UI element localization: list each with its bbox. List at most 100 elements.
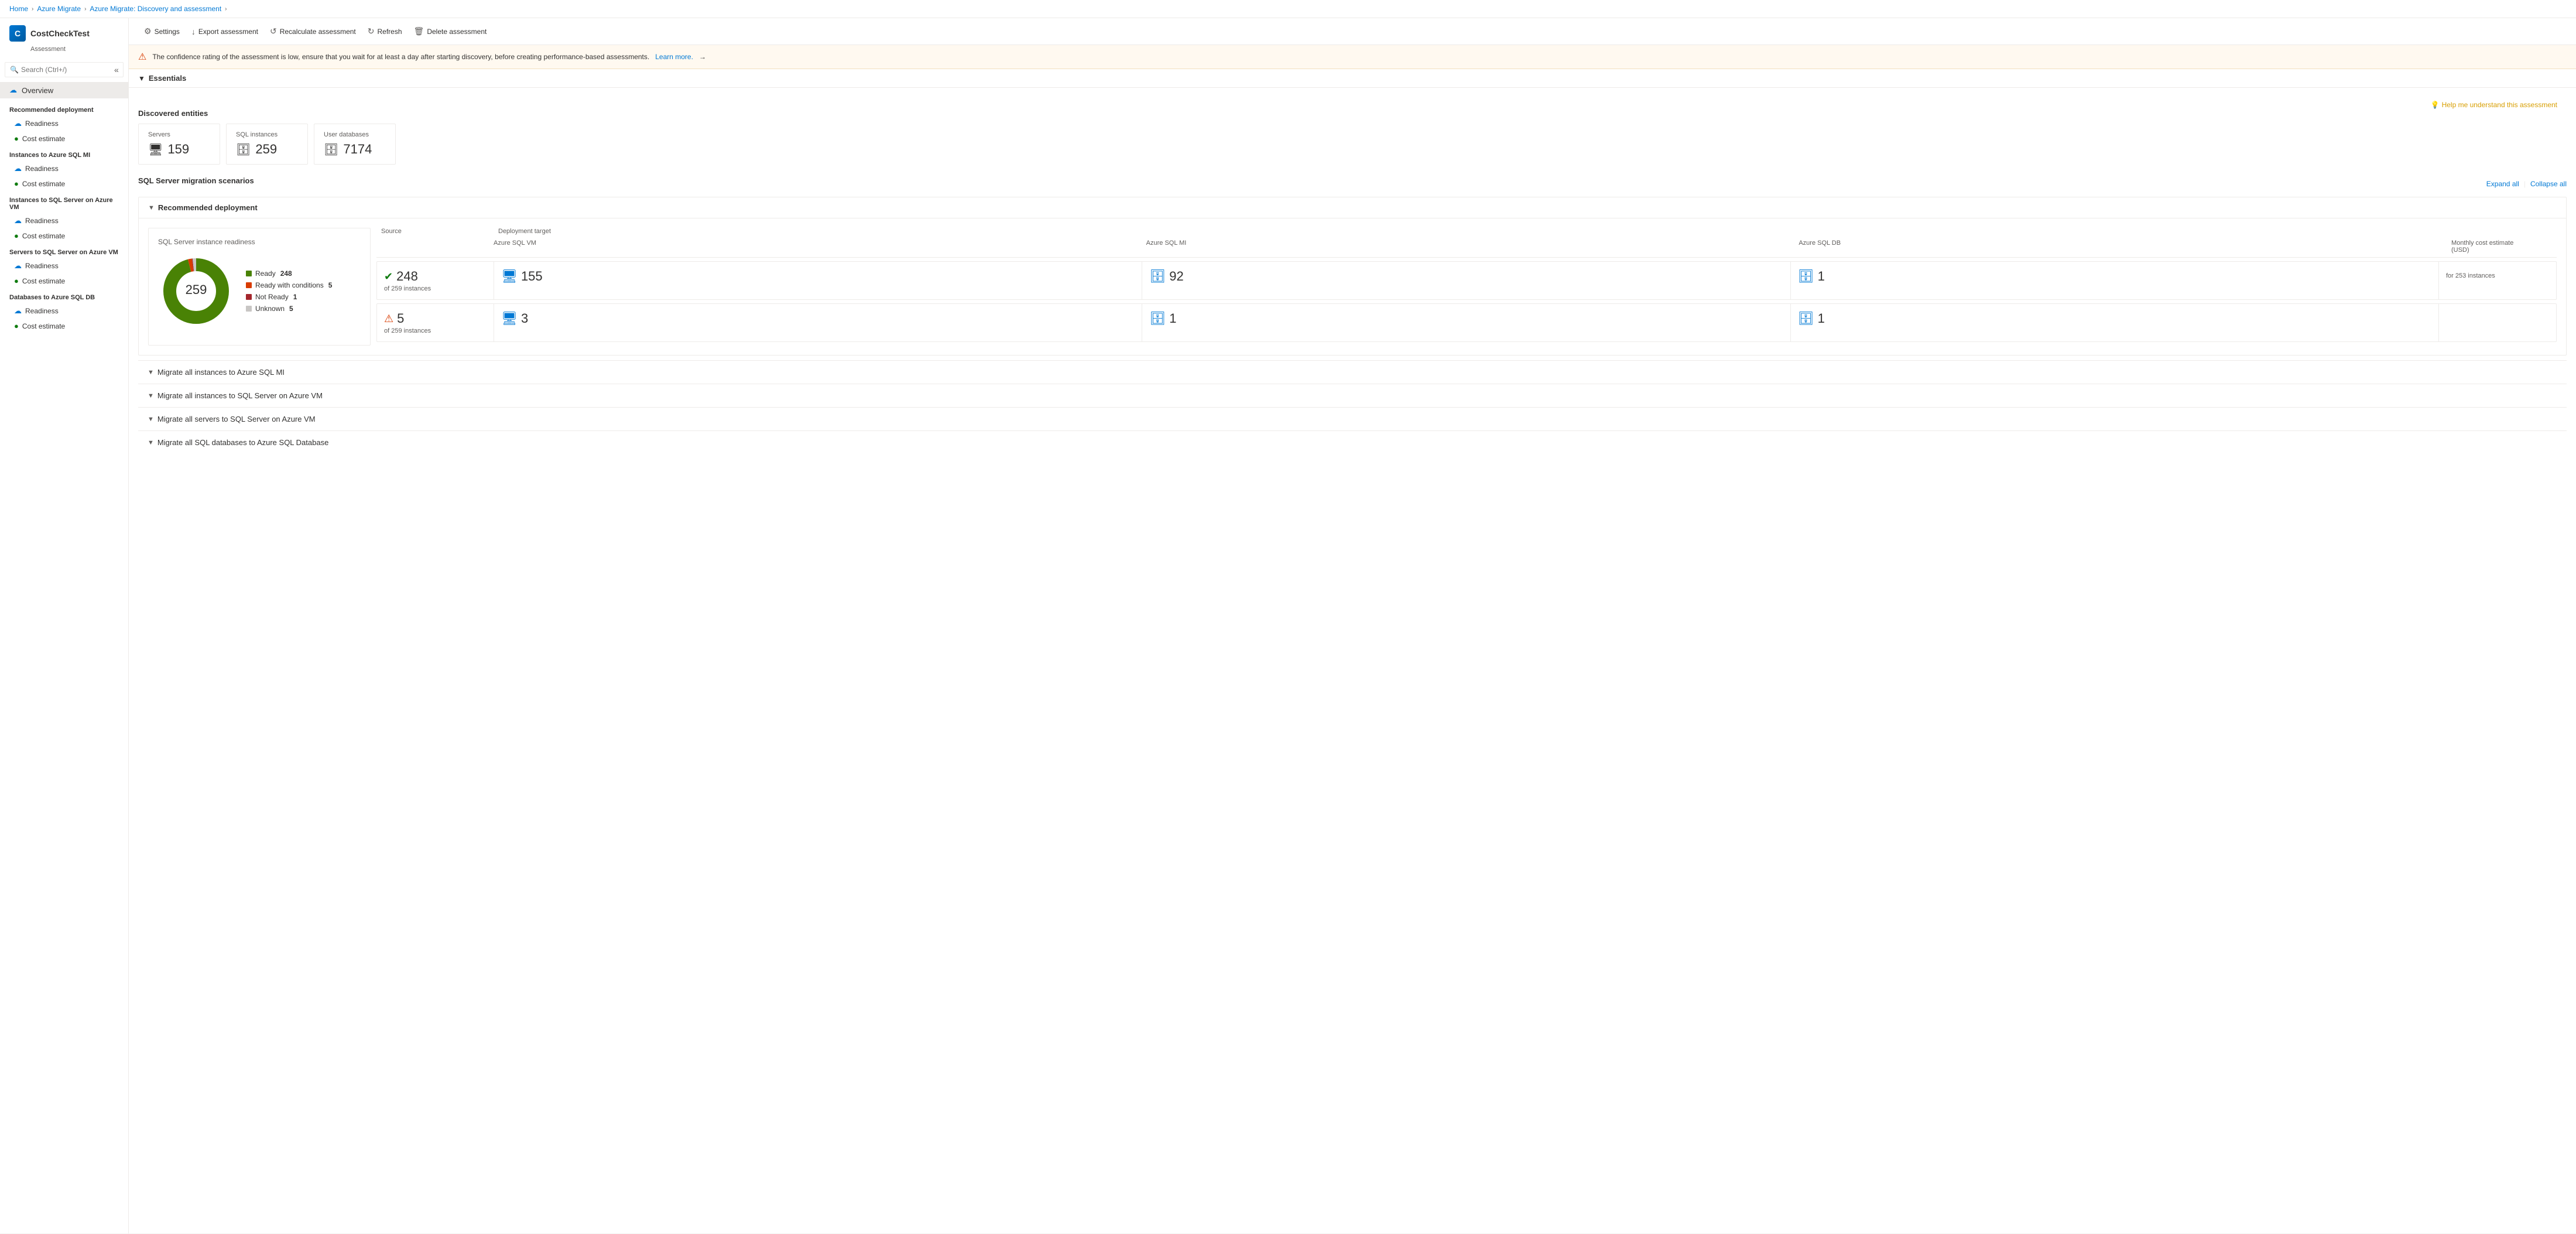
entity-card-servers[interactable]: Servers 🖥 159 bbox=[138, 124, 220, 165]
cost-icon: ● bbox=[14, 134, 19, 143]
sidebar-item-db-readiness[interactable]: ☁ Readiness bbox=[0, 303, 128, 319]
learn-more-link[interactable]: Learn more. bbox=[655, 53, 693, 61]
chart-legend: Ready 248 Ready with conditions 5 bbox=[246, 269, 332, 313]
cloud-icon: ☁ bbox=[14, 216, 22, 225]
sidebar-item-db-cost[interactable]: ● Cost estimate bbox=[0, 319, 128, 333]
recalculate-button[interactable]: ↺ Recalculate assessment bbox=[264, 23, 362, 40]
stats-vm-warning: 🖥 3 bbox=[494, 304, 1142, 341]
sidebar-item-label: Cost estimate bbox=[22, 322, 65, 330]
search-input[interactable] bbox=[21, 66, 112, 74]
stats-row-ready[interactable]: ✔ 248 of 259 instances 🖥 155 bbox=[376, 261, 2557, 300]
cloud-icon: ☁ bbox=[14, 261, 22, 271]
stats-row-warning[interactable]: ⚠ 5 of 259 instances 🖥 3 bbox=[376, 303, 2557, 342]
vm-count-2: 3 bbox=[521, 311, 528, 326]
sidebar: C CostCheckTest Assessment 🔍 « ☁ Overvie… bbox=[0, 18, 129, 1233]
warning-sub: of 259 instances bbox=[384, 327, 487, 334]
delete-icon: 🗑 bbox=[414, 26, 424, 36]
chart-title: SQL Server instance readiness bbox=[158, 238, 361, 246]
sidebar-item-sqlvm-readiness[interactable]: ☁ Readiness bbox=[0, 213, 128, 228]
db-count-2: 1 bbox=[1818, 311, 1825, 326]
breadcrumb-azure-migrate[interactable]: Azure Migrate bbox=[37, 5, 81, 13]
collapse-label-sqlmi: Migrate all instances to Azure SQL MI bbox=[157, 368, 285, 377]
cost-icon: ● bbox=[14, 276, 19, 285]
migration-scenarios-header: SQL Server migration scenarios Expand al… bbox=[138, 176, 2567, 191]
refresh-button[interactable]: ↻ Refresh bbox=[362, 23, 408, 40]
essentials-label: Essentials bbox=[149, 74, 186, 83]
warning-icon: ⚠ bbox=[138, 51, 146, 63]
servers-icon: 🖥 bbox=[148, 142, 163, 157]
sidebar-item-recommended-cost[interactable]: ● Cost estimate bbox=[0, 131, 128, 146]
sidebar-subtitle: Assessment bbox=[30, 46, 66, 53]
subheader-sql-vm: Azure SQL VM bbox=[494, 240, 1146, 254]
discovered-entities-title: Discovered entities bbox=[138, 109, 2567, 118]
cloud-icon: ☁ bbox=[14, 164, 22, 173]
export-button[interactable]: ↓ Export assessment bbox=[186, 23, 264, 40]
chevron-down-icon: ▼ bbox=[148, 392, 154, 399]
sidebar-overview-item[interactable]: ☁ Overview bbox=[0, 82, 128, 98]
vm-icon: 🖥 bbox=[501, 269, 518, 284]
cost-icon: ● bbox=[14, 322, 19, 330]
servers-count: 159 bbox=[167, 142, 189, 157]
sidebar-item-label: Readiness bbox=[25, 165, 59, 173]
entity-card-databases[interactable]: User databases 🗄 7174 bbox=[314, 124, 396, 165]
entities-cards: Servers 🖥 159 SQL instances 🗄 259 bbox=[138, 124, 2567, 165]
chevron-down-icon: ▼ bbox=[148, 204, 155, 211]
sidebar-item-sqlmi-cost[interactable]: ● Cost estimate bbox=[0, 176, 128, 191]
breadcrumb-discovery[interactable]: Azure Migrate: Discovery and assessment bbox=[90, 5, 221, 13]
donut-svg: 259 bbox=[158, 253, 234, 329]
vm-icon-2: 🖥 bbox=[501, 311, 518, 326]
entity-card-sql[interactable]: SQL instances 🗄 259 bbox=[226, 124, 308, 165]
scenario-recommended-label: Recommended deployment bbox=[158, 203, 258, 212]
collapse-label-db: Migrate all SQL databases to Azure SQL D… bbox=[157, 438, 328, 447]
collapse-sql-vm[interactable]: ▼ Migrate all instances to SQL Server on… bbox=[138, 384, 2567, 407]
legend-ready: Ready 248 bbox=[246, 269, 332, 278]
mi-icon-2: 🗄 bbox=[1149, 311, 1166, 326]
essentials-section: ▼ Essentials bbox=[129, 69, 2576, 88]
stats-db-warning: 🗄 1 bbox=[1791, 304, 2439, 341]
sidebar-item-serversvm-readiness[interactable]: ☁ Readiness bbox=[0, 258, 128, 274]
sidebar-item-sqlvm-cost[interactable]: ● Cost estimate bbox=[0, 228, 128, 243]
content-area: 💡 Help me understand this assessment Dis… bbox=[129, 88, 2576, 463]
db-icon: 🗄 bbox=[1798, 269, 1814, 284]
stats-cost-ready: for 253 instances bbox=[2439, 262, 2556, 299]
collapse-sql-mi[interactable]: ▼ Migrate all instances to Azure SQL MI bbox=[138, 360, 2567, 384]
mi-count-2: 1 bbox=[1169, 311, 1176, 326]
sidebar-item-serversvm-cost[interactable]: ● Cost estimate bbox=[0, 274, 128, 288]
sidebar-item-recommended-readiness[interactable]: ☁ Readiness bbox=[0, 116, 128, 131]
sidebar-item-label: Readiness bbox=[25, 307, 59, 315]
sidebar-collapse-button[interactable]: « bbox=[114, 65, 119, 74]
cost-for-label: for 253 instances bbox=[2446, 272, 2549, 279]
delete-button[interactable]: 🗑 Delete assessment bbox=[408, 23, 493, 40]
collapse-servers-vm[interactable]: ▼ Migrate all servers to SQL Server on A… bbox=[138, 407, 2567, 430]
scenario-recommended-header[interactable]: ▼ Recommended deployment bbox=[139, 197, 2566, 218]
breadcrumb: Home › Azure Migrate › Azure Migrate: Di… bbox=[0, 0, 2576, 18]
legend-notready: Not Ready 1 bbox=[246, 293, 332, 301]
entity-value-databases: 🗄 7174 bbox=[324, 142, 386, 157]
help-link[interactable]: 💡 Help me understand this assessment bbox=[2431, 101, 2557, 109]
essentials-toggle[interactable]: ▼ Essentials bbox=[138, 74, 2567, 83]
expand-all-link[interactable]: Expand all bbox=[2486, 180, 2519, 188]
header-cost bbox=[2435, 228, 2552, 235]
entity-label-sql: SQL instances bbox=[236, 131, 298, 138]
migration-title: SQL Server migration scenarios bbox=[138, 176, 254, 185]
help-icon: 💡 bbox=[2431, 101, 2440, 109]
collapse-databases-db[interactable]: ▼ Migrate all SQL databases to Azure SQL… bbox=[138, 430, 2567, 454]
sql-count: 259 bbox=[255, 142, 277, 157]
settings-button[interactable]: ⚙ Settings bbox=[138, 23, 186, 40]
sidebar-nav: ☁ Overview bbox=[0, 80, 128, 101]
stats-header-row: Source Deployment target bbox=[376, 228, 2557, 235]
collapse-label-sqlvm: Migrate all instances to SQL Server on A… bbox=[157, 391, 323, 400]
stats-source-warning: ⚠ 5 of 259 instances bbox=[377, 304, 494, 341]
collapse-all-link[interactable]: Collapse all bbox=[2530, 180, 2567, 188]
sidebar-section-servers-vm: Servers to SQL Server on Azure VM ☁ Read… bbox=[0, 243, 128, 288]
entity-value-sql: 🗄 259 bbox=[236, 142, 298, 157]
donut-chart: 259 bbox=[158, 253, 234, 329]
sidebar-item-sqlmi-readiness[interactable]: ☁ Readiness bbox=[0, 161, 128, 176]
entity-value-servers: 🖥 159 bbox=[148, 142, 210, 157]
search-icon: 🔍 bbox=[10, 66, 19, 74]
sidebar-section-sql-vm: Instances to SQL Server on Azure VM ☁ Re… bbox=[0, 191, 128, 243]
cloud-icon: ☁ bbox=[14, 119, 22, 128]
export-icon: ↓ bbox=[191, 27, 196, 36]
breadcrumb-home[interactable]: Home bbox=[9, 5, 28, 13]
legend-dot-ready bbox=[246, 271, 252, 276]
